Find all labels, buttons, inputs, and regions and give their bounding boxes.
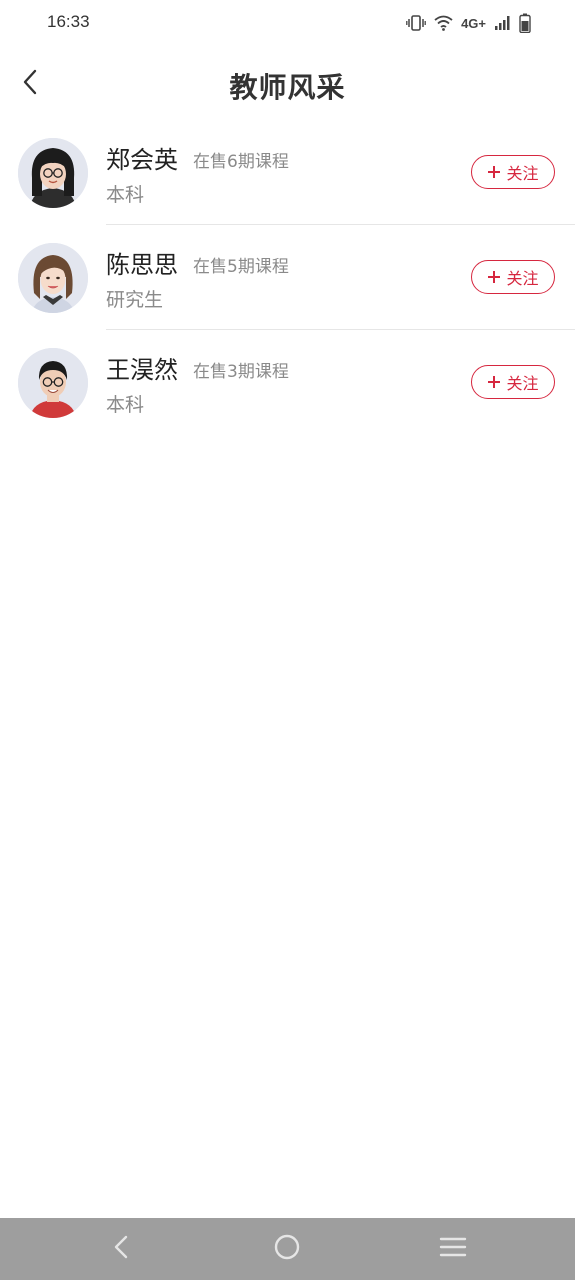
teacher-degree: 研究生 <box>106 289 164 311</box>
follow-label: 关注 <box>506 374 539 393</box>
teacher-name: 郑会英 <box>106 146 178 174</box>
status-time: 16:33 <box>47 12 90 31</box>
course-count: 在售3期课程 <box>193 362 289 382</box>
battery-icon <box>519 13 531 33</box>
nav-home-button[interactable] <box>269 1231 305 1267</box>
status-bar: 16:33 4G+ <box>0 0 575 48</box>
nav-menu-button[interactable] <box>435 1231 471 1267</box>
follow-label: 关注 <box>506 164 539 183</box>
follow-button[interactable]: 关注 <box>471 365 555 399</box>
course-count: 在售6期课程 <box>193 152 289 172</box>
nav-back-button[interactable] <box>103 1231 139 1267</box>
avatar <box>18 138 88 208</box>
plus-icon <box>487 375 501 389</box>
teacher-name: 陈思思 <box>106 251 178 279</box>
avatar <box>18 243 88 313</box>
wifi-icon <box>434 15 453 31</box>
teacher-row[interactable]: 郑会英 在售6期课程 本科 关注 <box>0 120 575 225</box>
teacher-list: 郑会英 在售6期课程 本科 关注 陈思思 在售5期课程 研究生 关注 王淏然 在… <box>0 120 575 435</box>
teacher-degree: 本科 <box>106 394 145 416</box>
network-type-label: 4G+ <box>461 15 486 31</box>
nav-home-icon <box>273 1233 301 1265</box>
course-count: 在售5期课程 <box>193 257 289 277</box>
nav-menu-icon <box>439 1235 467 1263</box>
teacher-showcase-screen: 16:33 4G+ 教师风采 郑会英 在售6期课程 本科 关注 陈思思 在售5期… <box>0 0 575 1280</box>
teacher-row[interactable]: 王淏然 在售3期课程 本科 关注 <box>0 330 575 435</box>
system-nav-bar <box>0 1218 575 1280</box>
title-bar: 教师风采 <box>0 56 575 112</box>
follow-button[interactable]: 关注 <box>471 260 555 294</box>
plus-icon <box>487 165 501 179</box>
page-title: 教师风采 <box>229 71 346 104</box>
follow-button[interactable]: 关注 <box>471 155 555 189</box>
follow-label: 关注 <box>506 269 539 288</box>
plus-icon <box>487 270 501 284</box>
teacher-name: 王淏然 <box>106 356 178 384</box>
teacher-degree: 本科 <box>106 184 145 206</box>
vibrate-icon <box>406 15 426 31</box>
signal-icon <box>494 15 511 31</box>
status-icons: 4G+ <box>406 12 531 34</box>
nav-back-icon <box>111 1234 131 1264</box>
teacher-row[interactable]: 陈思思 在售5期课程 研究生 关注 <box>0 225 575 330</box>
avatar <box>18 348 88 418</box>
